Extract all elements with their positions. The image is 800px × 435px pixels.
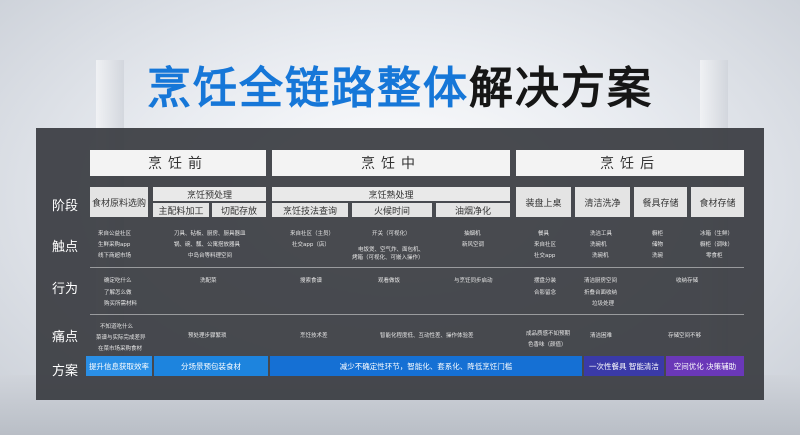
title-blue: 烹饪全链路整体 <box>147 63 469 114</box>
behavior-store: 收纳存储 <box>676 278 699 284</box>
behavior-food-3: 购买所需材料 <box>104 301 138 307</box>
stage-pre: 烹饪前 <box>90 150 266 176</box>
touch-prep-3: 中岛台等料理空间 <box>188 253 233 259</box>
sub-store-food: 食材存储 <box>691 187 744 217</box>
pain-store: 存储空间不够 <box>668 333 702 339</box>
sub-smoke-clean: 油烟净化 <box>436 203 510 217</box>
stage-mid: 烹饪中 <box>272 150 510 176</box>
solution-prepackaged: 分场景预包装食材 <box>154 356 268 376</box>
divider-behavior <box>90 314 744 315</box>
behavior-heat: 观看做饭 <box>378 278 401 284</box>
touch-tech-1: 来自社区（主员） <box>290 231 335 237</box>
touch-tools-2: 储物 <box>652 242 664 248</box>
pain-heat: 智能化程度低、互动性差、操作体验差 <box>380 333 474 339</box>
sub-tech-query: 烹饪技法查询 <box>272 203 348 217</box>
touch-heat-1: 开关（可视化） <box>372 231 411 237</box>
behavior-tech: 搜索食谱 <box>300 278 323 284</box>
behavior-clean-1: 清洁厨房空间 <box>584 278 618 284</box>
sub-food-purchase: 食材原料选购 <box>90 187 148 217</box>
touch-prep-2: 锅、碗、瓢、公寓搭放器具 <box>174 242 241 248</box>
touch-foodstore-1: 冰箱（生鲜） <box>700 231 734 237</box>
touch-smoke-2: 新风空调 <box>462 242 485 248</box>
pain-prep: 预处理步骤繁琐 <box>188 333 227 339</box>
behavior-plate-2: 合影留念 <box>534 290 557 296</box>
touch-clean-2: 洗碗机 <box>590 242 607 248</box>
touch-food-1: 来自公益社区 <box>98 231 132 237</box>
sub-main-prep: 主配料加工 <box>153 203 209 217</box>
solution-space: 空间优化 决策辅助 <box>666 356 744 376</box>
solution-disposable: 一次性餐具 智能清洁 <box>584 356 664 376</box>
behavior-prep: 洗配菜 <box>200 278 217 284</box>
touch-smoke-1: 抽烟机 <box>464 231 481 237</box>
sub-store-tools: 餐具存储 <box>634 187 687 217</box>
pain-clean: 清洁困难 <box>590 333 613 339</box>
touch-tech-2: 社交app（店） <box>292 242 330 248</box>
behavior-smoke: 与烹饪同步启动 <box>454 278 493 284</box>
touch-food-3: 线下商超市场 <box>98 253 132 259</box>
touch-food-2: 生鲜采购app <box>98 242 131 248</box>
sub-cut-store: 切配存放 <box>212 203 266 217</box>
touch-plate-1: 餐具 <box>538 231 550 237</box>
behavior-plate-1: 摆盘分装 <box>534 278 557 284</box>
row-label-pain: 痛点 <box>52 330 79 345</box>
row-label-behavior: 行为 <box>52 282 79 297</box>
touch-foodstore-2: 橱柜（调味） <box>700 242 734 248</box>
behavior-food-2: 了解怎么做 <box>104 290 132 296</box>
pain-tech: 烹饪技术差 <box>300 333 328 339</box>
solution-smart-cooking: 减少不确定性环节，智能化、套系化、降低烹饪门槛 <box>270 356 582 376</box>
solution-info-efficiency: 提升信息获取效率 <box>86 356 152 376</box>
pain-food-3: 在菜市场采购食材 <box>98 346 143 352</box>
stage-bar-preprocess: 烹饪预处理 <box>153 187 266 201</box>
touch-foodstore-3: 零食柜 <box>706 253 723 259</box>
touch-heat-2: 电饭煲、空气炸、面包机、 <box>358 247 425 253</box>
page-title: 烹饪全链路整体解决方案 <box>0 52 800 116</box>
pain-plate-2: 色香味（颜值） <box>528 342 567 348</box>
touch-tools-3: 洗碗 <box>652 253 664 259</box>
sub-heat-time: 火候时间 <box>352 203 432 217</box>
stage-post: 烹饪后 <box>516 150 744 176</box>
behavior-clean-3: 垃圾处理 <box>592 301 615 307</box>
row-label-touch: 触点 <box>52 240 79 255</box>
touch-clean-3: 洗碗机 <box>592 253 609 259</box>
row-label-solution: 方案 <box>52 364 79 379</box>
behavior-food-1: 确定吃什么 <box>104 278 132 284</box>
behavior-clean-2: 折叠台面收纳 <box>584 290 618 296</box>
sub-clean: 清洁洗净 <box>575 187 630 217</box>
touch-tools-1: 橱柜 <box>652 231 664 237</box>
touch-heat-3: 烤箱（可视化、可嵌入操作） <box>352 255 424 261</box>
pain-plate-1: 成品质感不如预期 <box>526 331 571 337</box>
row-label-stage: 阶段 <box>52 199 79 214</box>
touch-plate-3: 社交app <box>534 253 556 259</box>
touch-prep-1: 刀具、砧板、厨房、厨具器皿 <box>174 231 246 237</box>
title-dark: 解决方案 <box>469 63 653 114</box>
divider-touch <box>90 267 744 268</box>
sub-plate: 装盘上桌 <box>516 187 571 217</box>
stage-bar-cook: 烹饪熟处理 <box>272 187 510 201</box>
pain-food-2: 菜谱与实际完成差异 <box>96 335 146 341</box>
touch-plate-2: 来自社区 <box>534 242 557 248</box>
pain-food-1: 不知道吃什么 <box>100 324 134 330</box>
touch-clean-1: 洗洁工具 <box>590 231 613 237</box>
